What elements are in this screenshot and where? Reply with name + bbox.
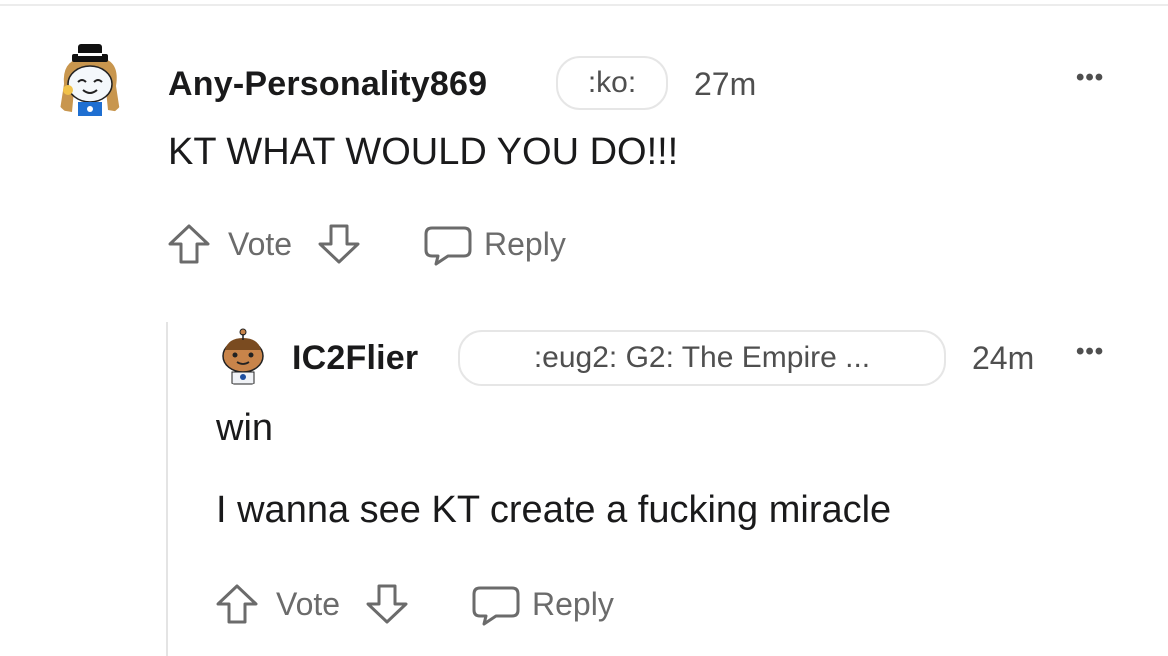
reply-button[interactable] bbox=[470, 582, 522, 626]
reply-label[interactable]: Reply bbox=[484, 224, 566, 264]
vote-label: Vote bbox=[276, 586, 341, 622]
user-flair: :ko: bbox=[556, 56, 668, 110]
downvote-arrow-icon bbox=[318, 224, 360, 264]
reply-label[interactable]: Reply bbox=[532, 584, 614, 624]
comment-body-line: win bbox=[216, 407, 274, 449]
comment-timestamp: 27m bbox=[694, 66, 757, 102]
reply-button[interactable] bbox=[422, 222, 474, 266]
downvote-arrow-icon bbox=[366, 584, 408, 624]
snoo-avatar-icon bbox=[50, 40, 130, 120]
downvote-button[interactable] bbox=[364, 582, 410, 626]
comment-timestamp: 24m bbox=[972, 340, 1035, 376]
upvote-button[interactable] bbox=[214, 582, 260, 626]
downvote-button[interactable] bbox=[316, 222, 362, 266]
comment-body-line: KT WHAT WOULD YOU DO!!! bbox=[168, 131, 679, 173]
upvote-arrow-icon bbox=[168, 224, 210, 264]
thread-line[interactable] bbox=[166, 322, 168, 656]
more-options-icon[interactable]: ••• bbox=[1076, 64, 1104, 92]
user-avatar[interactable] bbox=[50, 40, 130, 120]
upvote-button[interactable] bbox=[166, 222, 212, 266]
comment-author[interactable]: Any-Personality869 bbox=[168, 64, 487, 104]
user-flair: :eug2: G2: The Empire ... bbox=[458, 330, 946, 386]
comment-body-line: I wanna see KT create a fucking miracle bbox=[216, 489, 892, 531]
more-options-icon[interactable]: ••• bbox=[1076, 338, 1104, 366]
reply-bubble-icon bbox=[472, 586, 520, 626]
upvote-arrow-icon bbox=[216, 584, 258, 624]
user-avatar[interactable] bbox=[214, 328, 272, 386]
snoo-avatar-icon bbox=[214, 328, 272, 386]
reply-bubble-icon bbox=[424, 226, 472, 266]
top-divider bbox=[0, 4, 1168, 6]
comment-author[interactable]: IC2Flier bbox=[292, 338, 418, 378]
vote-label: Vote bbox=[228, 226, 293, 262]
